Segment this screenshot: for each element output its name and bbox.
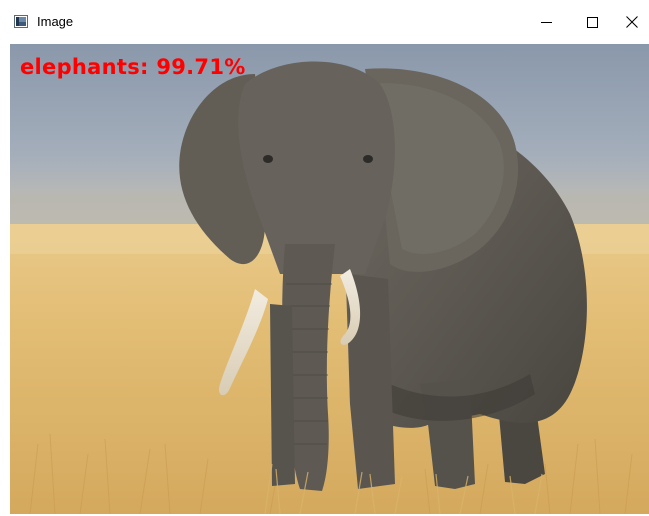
image-window-icon xyxy=(14,15,28,28)
elephant-photo xyxy=(10,44,649,514)
detection-label: elephants: 99.71% xyxy=(20,55,246,79)
image-window: Image elephants: 99.71% xyxy=(0,0,649,516)
close-button[interactable] xyxy=(615,0,649,44)
title-bar[interactable]: Image xyxy=(0,0,649,44)
minimize-button[interactable] xyxy=(523,0,569,44)
window-title: Image xyxy=(37,14,74,29)
image-canvas: elephants: 99.71% xyxy=(10,44,649,514)
minimize-icon xyxy=(540,17,552,28)
maximize-button[interactable] xyxy=(569,0,615,44)
maximize-icon xyxy=(586,16,598,28)
close-icon xyxy=(626,16,638,28)
